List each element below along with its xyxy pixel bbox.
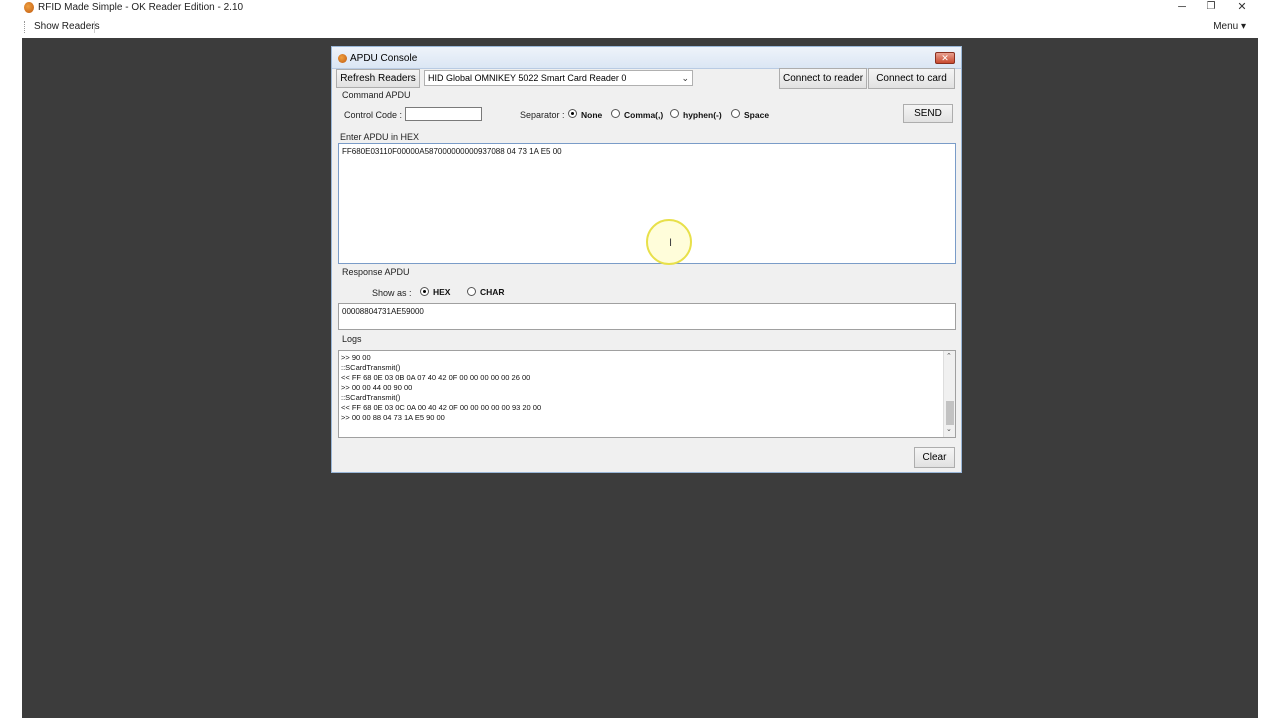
close-button[interactable]: ✕ [1228,0,1256,16]
log-line: << FF 68 0E 03 0C 0A 00 40 42 0F 00 00 0… [341,403,542,412]
dialog-app-icon [338,54,347,63]
log-line: >> 00 00 44 00 90 00 [341,383,413,392]
app-icon [24,2,34,13]
dialog-title: APDU Console [350,53,418,64]
scroll-thumb[interactable] [946,401,954,425]
log-line: ::SCardTransmit() [341,393,401,402]
log-line: >> 00 00 88 04 73 1A E5 90 00 [341,413,445,422]
connect-card-button[interactable]: Connect to card [868,68,955,89]
send-button[interactable]: SEND [903,104,953,123]
refresh-readers-button[interactable]: Refresh Readers [336,69,420,88]
reader-select[interactable]: HID Global OMNIKEY 5022 Smart Card Reade… [424,70,693,86]
window-titlebar: RFID Made Simple - OK Reader Edition - 2… [0,0,1280,16]
enter-hex-label: Enter APDU in HEX [340,132,420,142]
separator-none-label: None [581,110,603,120]
separator-hyphen-radio[interactable] [670,109,679,118]
chevron-down-icon: ⌄ [681,73,689,83]
menu-dropdown[interactable]: Menu ▾ [1213,21,1246,32]
menu-separator [94,21,95,33]
window-frame-right [1258,0,1280,720]
window-frame-left [0,0,22,720]
scroll-up-icon[interactable]: ⌃ [946,352,952,360]
logs-label: Logs [342,334,362,344]
separator-hyphen-label: hyphen(-) [683,110,722,120]
show-as-char-label: CHAR [480,287,505,297]
separator-comma-radio[interactable] [611,109,620,118]
show-as-hex-radio[interactable] [420,287,429,296]
minimize-button[interactable]: ─ [1168,0,1196,16]
show-as-label: Show as : [372,288,412,298]
window-title: RFID Made Simple - OK Reader Edition - 2… [38,2,244,13]
reader-select-value: HID Global OMNIKEY 5022 Smart Card Reade… [428,73,627,83]
control-code-label: Control Code : [344,110,403,120]
response-apdu-label: Response APDU [342,267,410,277]
show-as-hex-label: HEX [433,287,451,297]
menu-grip [24,21,26,33]
separator-comma-label: Comma(,) [624,110,664,120]
separator-label: Separator : [520,110,565,120]
response-output[interactable]: 00008804731AE59000 [338,303,956,330]
restore-button[interactable]: ❐ [1197,0,1225,16]
dialog-titlebar: APDU Console ✕ [332,47,961,69]
apdu-console-dialog: APDU Console ✕ Refresh Readers HID Globa… [331,46,962,473]
scroll-down-icon[interactable]: ⌄ [946,425,952,433]
clear-button[interactable]: Clear [914,447,955,468]
show-as-char-radio[interactable] [467,287,476,296]
show-readers-menu[interactable]: Show Readers [34,21,100,32]
separator-none-radio[interactable] [568,109,577,118]
connect-reader-button[interactable]: Connect to reader [779,68,867,89]
command-apdu-label: Command APDU [342,90,411,100]
menu-strip: Show Readers Menu ▾ [22,17,1258,37]
logs-output[interactable]: >> 90 00 ::SCardTransmit() << FF 68 0E 0… [338,350,956,438]
logs-scrollbar[interactable]: ⌃ ⌄ [943,351,955,437]
control-code-input[interactable] [405,107,482,121]
log-line: << FF 68 0E 03 0B 0A 07 40 42 0F 00 00 0… [341,373,531,382]
log-line: >> 90 00 [341,353,371,362]
apdu-hex-value: FF680E03110F00000A587000000000937088 04 … [342,147,562,156]
log-line: ::SCardTransmit() [341,363,401,372]
response-value: 00008804731AE59000 [342,307,424,316]
dialog-close-button[interactable]: ✕ [935,52,955,64]
text-cursor-icon: I [669,237,673,249]
separator-space-label: Space [744,110,770,120]
separator-space-radio[interactable] [731,109,740,118]
